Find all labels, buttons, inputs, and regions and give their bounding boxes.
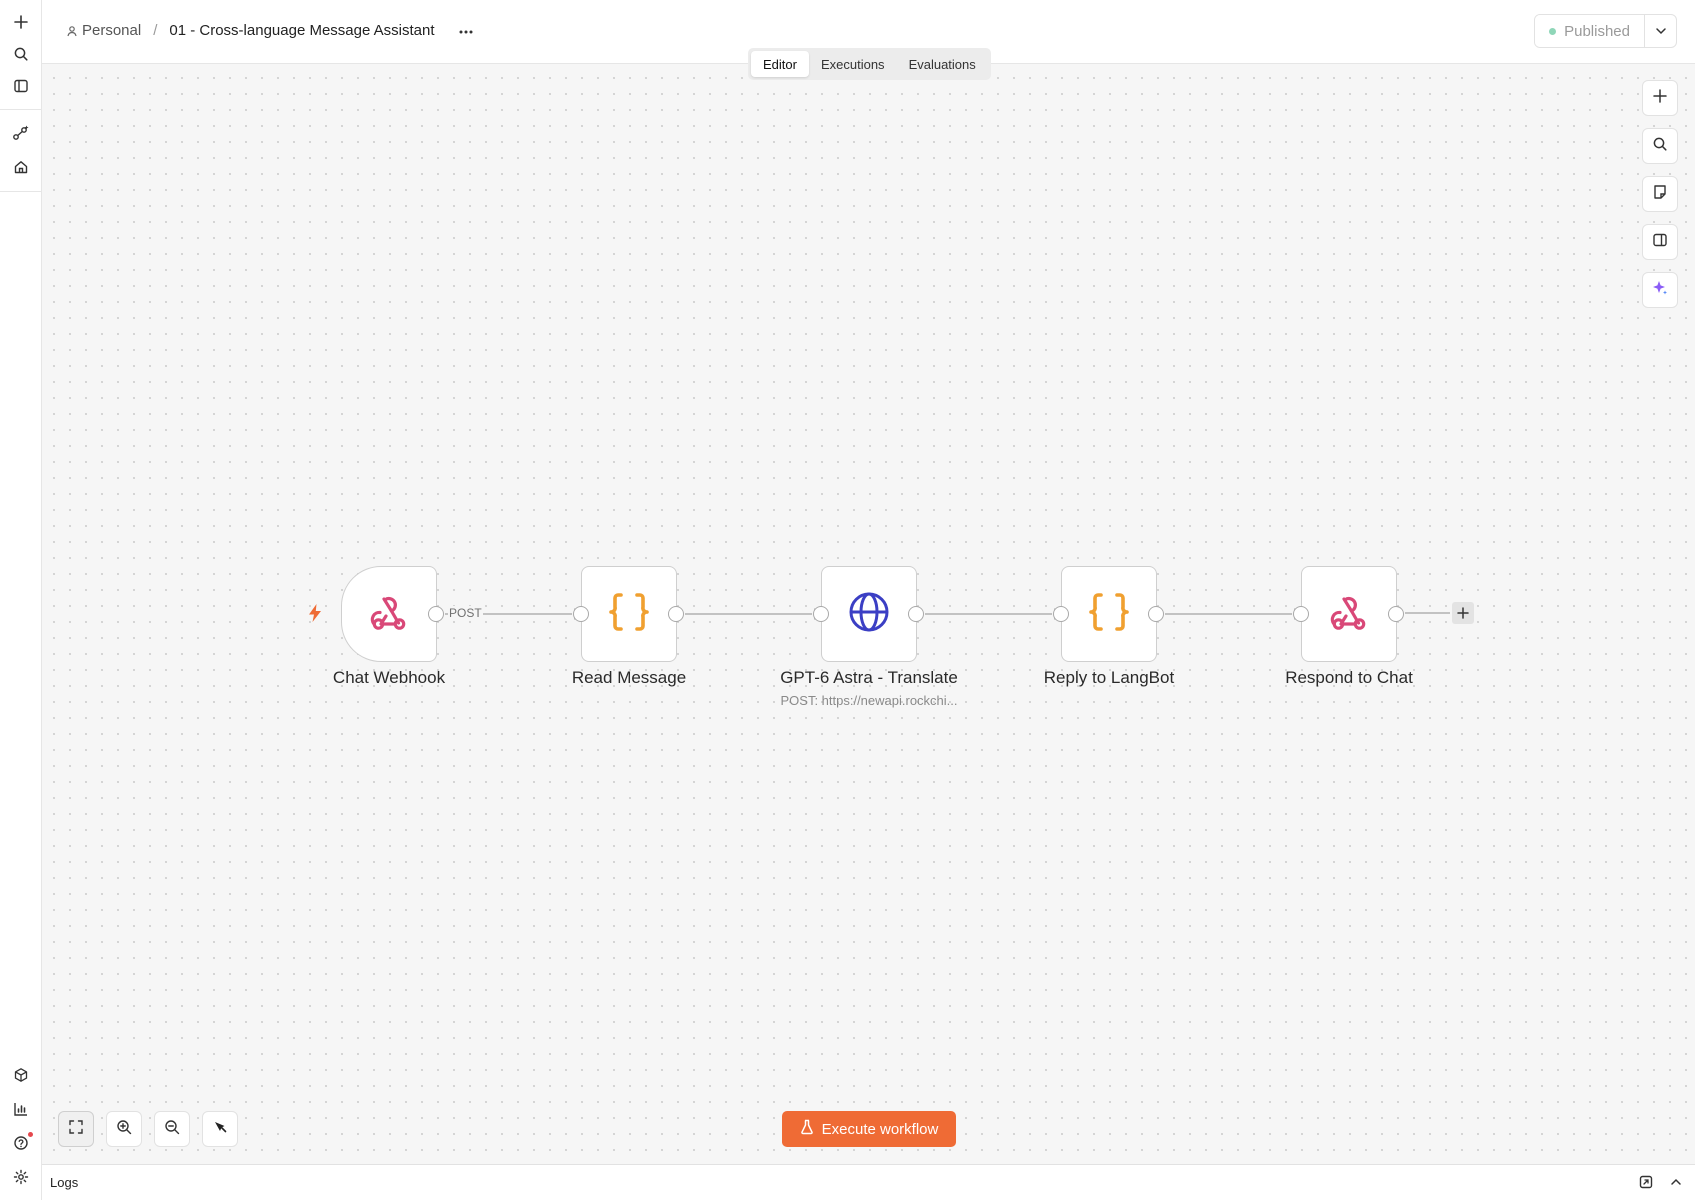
breadcrumb-separator: / — [153, 22, 158, 39]
user-icon — [66, 25, 78, 37]
sidebar-divider — [0, 109, 42, 110]
left-sidebar — [0, 0, 42, 1200]
fullscreen-icon — [68, 1119, 84, 1140]
workflows-icon[interactable] — [8, 120, 34, 146]
zoom-out-button[interactable] — [154, 1111, 190, 1147]
output-handle[interactable] — [1148, 606, 1164, 622]
panel-icon — [1652, 232, 1668, 253]
flask-icon — [800, 1119, 822, 1139]
input-handle[interactable] — [1053, 606, 1069, 622]
node-label: Respond to Chat — [1285, 668, 1413, 687]
webhook-icon — [1326, 589, 1372, 640]
more-options-icon[interactable] — [454, 20, 478, 44]
add-node-panel-button[interactable] — [1642, 80, 1678, 116]
code-braces-icon — [607, 590, 651, 639]
broom-icon — [212, 1119, 228, 1140]
node-label: Chat Webhook — [332, 668, 446, 687]
templates-icon[interactable] — [8, 1062, 34, 1088]
node-label: Reply to LangBot — [1043, 668, 1175, 687]
zoom-in-icon — [116, 1119, 132, 1140]
sidebar-toggle-icon[interactable] — [8, 73, 34, 99]
output-handle[interactable] — [428, 606, 444, 622]
node-chat-webhook[interactable] — [341, 566, 437, 662]
tab-evaluations[interactable]: Evaluations — [897, 51, 988, 77]
logs-label: Logs — [50, 1175, 79, 1190]
fit-view-button[interactable] — [58, 1111, 94, 1147]
node-subtitle: POST: https://newapi.rockchi... — [780, 693, 958, 708]
sparkle-icon — [1651, 279, 1669, 302]
pop-out-icon[interactable] — [1637, 1173, 1655, 1191]
node-gpt-translate[interactable] — [821, 566, 917, 662]
input-handle[interactable] — [573, 606, 589, 622]
tidy-up-button[interactable] — [202, 1111, 238, 1147]
notification-dot — [28, 1132, 33, 1137]
sidebar-divider — [0, 191, 42, 192]
publish-control: Published — [1534, 14, 1677, 48]
logs-panel-bar[interactable]: Logs — [42, 1164, 1695, 1200]
node-reply-to-langbot[interactable] — [1061, 566, 1157, 662]
add-icon[interactable] — [8, 9, 34, 35]
toggle-panel-button[interactable] — [1642, 224, 1678, 260]
output-handle[interactable] — [668, 606, 684, 622]
published-label: Published — [1564, 22, 1630, 40]
help-icon[interactable] — [8, 1130, 34, 1156]
sticky-note-button[interactable] — [1642, 176, 1678, 212]
search-icon — [1652, 136, 1668, 157]
published-button[interactable]: Published — [1535, 15, 1644, 47]
output-handle[interactable] — [1388, 606, 1404, 622]
webhook-icon — [366, 589, 412, 640]
node-label: GPT-6 Astra - Translate — [780, 668, 958, 687]
chevron-up-icon[interactable] — [1667, 1173, 1685, 1191]
workflow-title[interactable]: 01 - Cross-language Message Assistant — [169, 22, 434, 39]
chevron-down-icon[interactable] — [1644, 15, 1676, 47]
node-read-message[interactable] — [581, 566, 677, 662]
execute-workflow-button[interactable]: Execute workflow — [782, 1111, 956, 1147]
search-icon[interactable] — [8, 41, 34, 67]
node-respond-to-chat[interactable] — [1301, 566, 1397, 662]
search-nodes-button[interactable] — [1642, 128, 1678, 164]
tab-editor[interactable]: Editor — [751, 51, 809, 77]
output-handle[interactable] — [908, 606, 924, 622]
home-icon[interactable] — [8, 154, 34, 180]
input-handle[interactable] — [1293, 606, 1309, 622]
zoom-out-icon — [164, 1119, 180, 1140]
settings-icon[interactable] — [8, 1164, 34, 1190]
zoom-in-button[interactable] — [106, 1111, 142, 1147]
add-node-button[interactable] — [1452, 602, 1474, 624]
input-handle[interactable] — [813, 606, 829, 622]
tab-executions[interactable]: Executions — [809, 51, 897, 77]
status-dot — [1549, 27, 1557, 35]
edge-label-post: POST — [448, 606, 483, 620]
insights-icon[interactable] — [8, 1096, 34, 1122]
code-braces-icon — [1087, 590, 1131, 639]
view-tabs: Editor Executions Evaluations — [748, 48, 991, 80]
node-label: Read Message — [571, 668, 687, 687]
trigger-bolt-icon — [306, 603, 324, 623]
sticky-note-icon — [1652, 184, 1668, 205]
ai-assistant-button[interactable] — [1642, 272, 1678, 308]
breadcrumb-project[interactable]: Personal — [82, 22, 141, 39]
breadcrumb: Personal / 01 - Cross-language Message A… — [66, 22, 435, 39]
plus-icon — [1653, 88, 1667, 108]
execute-workflow-label: Execute workflow — [821, 1120, 939, 1138]
globe-icon — [847, 590, 891, 639]
